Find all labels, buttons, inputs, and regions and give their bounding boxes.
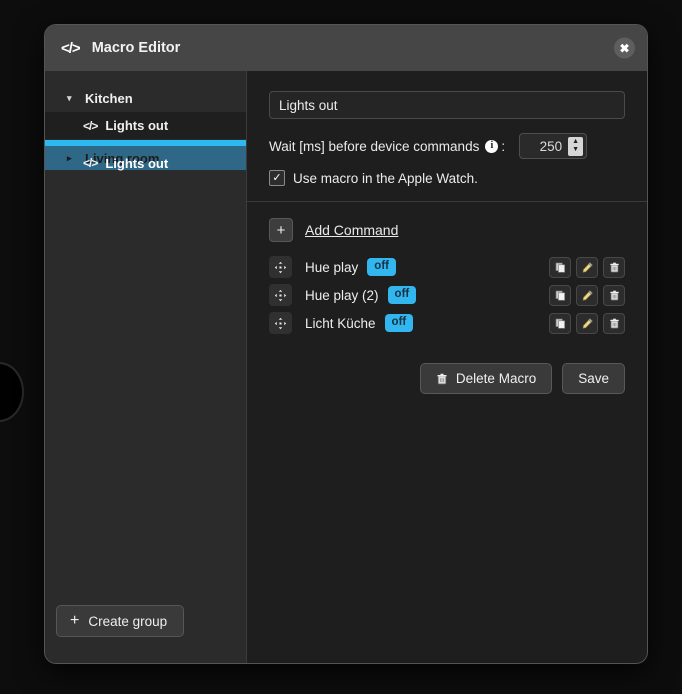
tree-group-label: Kitchen bbox=[85, 91, 133, 106]
chevron-down-icon[interactable]: ▾ bbox=[67, 93, 76, 104]
duplicate-icon[interactable] bbox=[549, 256, 571, 278]
command-label: Hue play (2) bbox=[305, 287, 379, 303]
wait-setting-row: Wait [ms] before device commands i : 250… bbox=[269, 133, 625, 159]
tree-item-lights-out[interactable]: </> Lights out bbox=[45, 112, 246, 139]
code-icon: </> bbox=[83, 118, 98, 133]
apple-watch-label: Use macro in the Apple Watch. bbox=[293, 170, 478, 186]
macro-editor-dialog: </> Macro Editor ✖ ▾ Kitchen </> Lights … bbox=[44, 24, 648, 664]
dragged-item-label: Lights out bbox=[105, 155, 169, 171]
info-icon[interactable]: i bbox=[485, 139, 499, 153]
edit-icon[interactable] bbox=[576, 312, 598, 334]
tree-group-kitchen[interactable]: ▾ Kitchen bbox=[45, 85, 246, 112]
command-row[interactable]: Licht Küche off bbox=[269, 309, 625, 337]
command-list: Hue play off Hue play (2) off Licht Küch… bbox=[269, 253, 625, 337]
main-panel: Wait [ms] before device commands i : 250… bbox=[247, 71, 647, 663]
status-badge: off bbox=[367, 258, 396, 276]
wait-number-field[interactable]: 250 ▲ ▼ bbox=[519, 133, 588, 159]
create-group-container: + Create group bbox=[45, 605, 246, 663]
macro-tree: ▾ Kitchen </> Lights out ▸ Living room <… bbox=[45, 71, 246, 605]
drag-drop-zone[interactable]: ▸ Living room </> Lights out bbox=[45, 146, 246, 173]
row-actions bbox=[549, 284, 625, 306]
create-group-button[interactable]: + Create group bbox=[56, 605, 185, 637]
move-handle-icon[interactable] bbox=[269, 284, 292, 306]
command-row[interactable]: Hue play off bbox=[269, 253, 625, 281]
dialog-titlebar: </> Macro Editor ✖ bbox=[45, 25, 647, 71]
delete-macro-button[interactable]: Delete Macro bbox=[419, 363, 553, 394]
apple-watch-checkbox[interactable]: ✓ bbox=[269, 170, 285, 186]
macro-name-input[interactable] bbox=[269, 91, 625, 119]
move-handle-icon[interactable] bbox=[269, 256, 292, 278]
wait-value: 250 bbox=[539, 138, 563, 154]
status-badge: off bbox=[387, 286, 417, 304]
save-button[interactable]: Save bbox=[562, 363, 625, 394]
background-artifact bbox=[0, 362, 24, 422]
stepper-down-icon[interactable]: ▼ bbox=[572, 146, 579, 154]
command-row[interactable]: Hue play (2) off bbox=[269, 281, 625, 309]
tree-item-label: Lights out bbox=[105, 118, 169, 133]
apple-watch-row[interactable]: ✓ Use macro in the Apple Watch. bbox=[269, 170, 625, 186]
quantity-stepper[interactable]: ▲ ▼ bbox=[568, 136, 584, 156]
dialog-body: ▾ Kitchen </> Lights out ▸ Living room <… bbox=[45, 71, 647, 663]
add-command-button[interactable]: + bbox=[269, 218, 293, 242]
footer-buttons: Delete Macro Save bbox=[269, 363, 625, 394]
delete-icon[interactable] bbox=[603, 256, 625, 278]
save-label: Save bbox=[578, 371, 609, 386]
sidebar: ▾ Kitchen </> Lights out ▸ Living room <… bbox=[45, 71, 247, 663]
trash-icon bbox=[437, 373, 447, 384]
add-command-row: + Add Command bbox=[269, 218, 625, 242]
close-icon[interactable]: ✖ bbox=[614, 37, 635, 59]
delete-icon[interactable] bbox=[603, 284, 625, 306]
row-actions bbox=[549, 312, 625, 334]
duplicate-icon[interactable] bbox=[549, 312, 571, 334]
move-handle-icon[interactable] bbox=[269, 312, 292, 334]
code-icon: </> bbox=[61, 39, 81, 57]
wait-label: Wait [ms] before device commands bbox=[269, 138, 480, 154]
wait-colon: : bbox=[501, 138, 506, 154]
plus-icon: + bbox=[70, 612, 80, 629]
command-label: Hue play bbox=[305, 259, 359, 275]
dragged-tree-item[interactable]: </> Lights out bbox=[45, 153, 246, 173]
code-icon: </> bbox=[83, 156, 98, 170]
create-group-label: Create group bbox=[88, 613, 168, 629]
add-command-label[interactable]: Add Command bbox=[305, 222, 398, 238]
section-divider bbox=[247, 201, 647, 202]
edit-icon[interactable] bbox=[576, 284, 598, 306]
delete-icon[interactable] bbox=[603, 312, 625, 334]
delete-macro-label: Delete Macro bbox=[455, 371, 537, 386]
row-actions bbox=[549, 256, 625, 278]
command-label: Licht Küche bbox=[305, 315, 376, 331]
edit-icon[interactable] bbox=[576, 256, 598, 278]
page-title: Macro Editor bbox=[91, 40, 181, 56]
duplicate-icon[interactable] bbox=[549, 284, 571, 306]
status-badge: off bbox=[384, 314, 414, 332]
stepper-up-icon[interactable]: ▲ bbox=[572, 138, 579, 146]
